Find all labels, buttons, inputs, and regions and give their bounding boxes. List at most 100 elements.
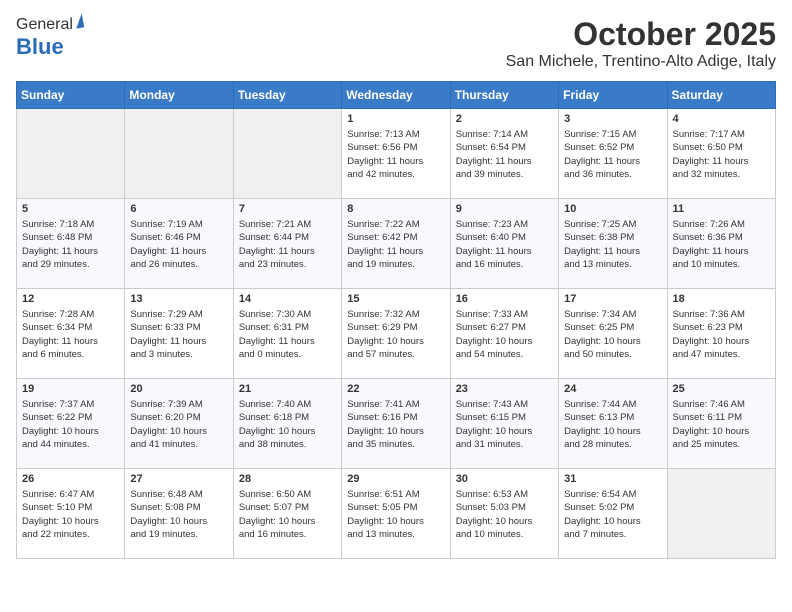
table-row: 22Sunrise: 7:41 AM Sunset: 6:16 PM Dayli…: [342, 379, 450, 469]
table-row: 2 Sunrise: 7:14 AM Sunset: 6:54 PM Daylig…: [450, 109, 558, 199]
day-number: 3: [564, 113, 661, 125]
table-row: 28 Sunrise: 6:50 AM Sunset: 5:07 PM Dayli…: [233, 469, 341, 559]
day-info: Sunrise: 6:47 AM Sunset: 5:10 PM Dayligh…: [22, 488, 119, 541]
day-info: Sunrise: 7:39 AM Sunset: 6:20 PM Dayligh…: [130, 398, 227, 451]
weekday-header-sunday: Sunday: [17, 82, 125, 109]
calendar-week-1: 1 Sunrise: 7:13 AM Sunset: 6:56 PM Daylig…: [17, 109, 776, 199]
day-info: Sunrise: 7:32 AM Sunset: 6:29 PM Dayligh…: [347, 308, 444, 361]
table-row: 14 Sunrise: 7:30 AM Sunset: 6:31 PM Dayli…: [233, 289, 341, 379]
day-info: Sunrise: 6:50 AM Sunset: 5:07 PM Dayligh…: [239, 488, 336, 541]
day-info: Sunrise: 7:17 AM Sunset: 6:50 PM Dayligh…: [673, 128, 770, 181]
day-info: Sunrise: 6:54 AM Sunset: 5:02 PM Dayligh…: [564, 488, 661, 541]
day-info: Sunrise: 7:37 AM Sunset: 6:22 PM Dayligh…: [22, 398, 119, 451]
day-number: 11: [673, 203, 770, 215]
day-info: Sunrise: 7:19 AM Sunset: 6:46 PM Dayligh…: [130, 218, 227, 271]
table-row: 12 Sunrise: 7:28 AM Sunset: 6:34 PM Dayli…: [17, 289, 125, 379]
day-info: Sunrise: 7:43 AM Sunset: 6:15 PM Dayligh…: [456, 398, 553, 451]
day-number: 30: [456, 473, 553, 485]
table-row: 17 Sunrise: 7:34 AM Sunset: 6:25 PM Dayli…: [559, 289, 667, 379]
day-number: 23: [456, 383, 553, 395]
table-row: 8Sunrise: 7:22 AM Sunset: 6:42 PM Daylig…: [342, 199, 450, 289]
day-info: Sunrise: 7:21 AM Sunset: 6:44 PM Dayligh…: [239, 218, 336, 271]
day-number: 14: [239, 293, 336, 305]
day-number: 31: [564, 473, 661, 485]
weekday-header-saturday: Saturday: [667, 82, 775, 109]
table-row: 20 Sunrise: 7:39 AM Sunset: 6:20 PM Dayli…: [125, 379, 233, 469]
table-row: 7Sunrise: 7:21 AM Sunset: 6:44 PM Daylig…: [233, 199, 341, 289]
day-number: 9: [456, 203, 553, 215]
table-row: 30 Sunrise: 6:53 AM Sunset: 5:03 PM Dayli…: [450, 469, 558, 559]
day-number: 10: [564, 203, 661, 215]
day-info: Sunrise: 7:13 AM Sunset: 6:56 PM Dayligh…: [347, 128, 444, 181]
day-number: 18: [673, 293, 770, 305]
day-number: 26: [22, 473, 119, 485]
weekday-header-wednesday: Wednesday: [342, 82, 450, 109]
weekday-header-monday: Monday: [125, 82, 233, 109]
day-info: Sunrise: 6:48 AM Sunset: 5:08 PM Dayligh…: [130, 488, 227, 541]
table-row: 11Sunrise: 7:26 AM Sunset: 6:36 PM Dayli…: [667, 199, 775, 289]
day-info: Sunrise: 7:22 AM Sunset: 6:42 PM Dayligh…: [347, 218, 444, 271]
table-row: 18 Sunrise: 7:36 AM Sunset: 6:23 PM Dayli…: [667, 289, 775, 379]
day-number: 1: [347, 113, 444, 125]
location-title: San Michele, Trentino-Alto Adige, Italy: [506, 53, 776, 71]
day-number: 29: [347, 473, 444, 485]
table-row: [17, 109, 125, 199]
calendar-week-3: 12 Sunrise: 7:28 AM Sunset: 6:34 PM Dayli…: [17, 289, 776, 379]
day-info: Sunrise: 7:46 AM Sunset: 6:11 PM Dayligh…: [673, 398, 770, 451]
day-number: 28: [239, 473, 336, 485]
day-number: 17: [564, 293, 661, 305]
title-area: October 2025 San Michele, Trentino-Alto …: [506, 16, 776, 71]
day-info: Sunrise: 7:34 AM Sunset: 6:25 PM Dayligh…: [564, 308, 661, 361]
table-row: 15 Sunrise: 7:32 AM Sunset: 6:29 PM Dayli…: [342, 289, 450, 379]
table-row: 6Sunrise: 7:19 AM Sunset: 6:46 PM Daylig…: [125, 199, 233, 289]
table-row: 31 Sunrise: 6:54 AM Sunset: 5:02 PM Dayli…: [559, 469, 667, 559]
table-row: 10 Sunrise: 7:25 AM Sunset: 6:38 PM Dayli…: [559, 199, 667, 289]
header: General Blue October 2025 San Michele, T…: [16, 16, 776, 71]
table-row: 24Sunrise: 7:44 AM Sunset: 6:13 PM Dayli…: [559, 379, 667, 469]
weekday-header-tuesday: Tuesday: [233, 82, 341, 109]
day-info: Sunrise: 7:23 AM Sunset: 6:40 PM Dayligh…: [456, 218, 553, 271]
day-number: 12: [22, 293, 119, 305]
table-row: 27 Sunrise: 6:48 AM Sunset: 5:08 PM Dayli…: [125, 469, 233, 559]
day-number: 13: [130, 293, 227, 305]
table-row: 5Sunrise: 7:18 AM Sunset: 6:48 PM Daylig…: [17, 199, 125, 289]
day-info: Sunrise: 7:28 AM Sunset: 6:34 PM Dayligh…: [22, 308, 119, 361]
table-row: [233, 109, 341, 199]
table-row: 16Sunrise: 7:33 AM Sunset: 6:27 PM Dayli…: [450, 289, 558, 379]
logo: General Blue: [16, 16, 83, 60]
day-info: Sunrise: 7:14 AM Sunset: 6:54 PM Dayligh…: [456, 128, 553, 181]
day-number: 16: [456, 293, 553, 305]
day-info: Sunrise: 7:15 AM Sunset: 6:52 PM Dayligh…: [564, 128, 661, 181]
day-number: 15: [347, 293, 444, 305]
table-row: 13 Sunrise: 7:29 AM Sunset: 6:33 PM Dayli…: [125, 289, 233, 379]
day-info: Sunrise: 7:30 AM Sunset: 6:31 PM Dayligh…: [239, 308, 336, 361]
day-info: Sunrise: 7:25 AM Sunset: 6:38 PM Dayligh…: [564, 218, 661, 271]
day-number: 27: [130, 473, 227, 485]
day-info: Sunrise: 7:29 AM Sunset: 6:33 PM Dayligh…: [130, 308, 227, 361]
table-row: 23 Sunrise: 7:43 AM Sunset: 6:15 PM Dayli…: [450, 379, 558, 469]
weekday-header-friday: Friday: [559, 82, 667, 109]
logo-general-text: General: [16, 16, 73, 34]
table-row: [667, 469, 775, 559]
calendar-week-5: 26 Sunrise: 6:47 AM Sunset: 5:10 PM Dayli…: [17, 469, 776, 559]
table-row: 4 Sunrise: 7:17 AM Sunset: 6:50 PM Daylig…: [667, 109, 775, 199]
day-number: 21: [239, 383, 336, 395]
table-row: 25Sunrise: 7:46 AM Sunset: 6:11 PM Dayli…: [667, 379, 775, 469]
table-row: 19 Sunrise: 7:37 AM Sunset: 6:22 PM Dayli…: [17, 379, 125, 469]
table-row: 1 Sunrise: 7:13 AM Sunset: 6:56 PM Daylig…: [342, 109, 450, 199]
day-info: Sunrise: 7:40 AM Sunset: 6:18 PM Dayligh…: [239, 398, 336, 451]
day-info: Sunrise: 7:36 AM Sunset: 6:23 PM Dayligh…: [673, 308, 770, 361]
day-number: 24: [564, 383, 661, 395]
day-number: 4: [673, 113, 770, 125]
table-row: 9 Sunrise: 7:23 AM Sunset: 6:40 PM Daylig…: [450, 199, 558, 289]
calendar-week-2: 5Sunrise: 7:18 AM Sunset: 6:48 PM Daylig…: [17, 199, 776, 289]
logo-icon: [74, 13, 84, 28]
day-number: 22: [347, 383, 444, 395]
month-title: October 2025: [506, 16, 776, 53]
day-number: 20: [130, 383, 227, 395]
day-number: 19: [22, 383, 119, 395]
day-info: Sunrise: 6:53 AM Sunset: 5:03 PM Dayligh…: [456, 488, 553, 541]
day-number: 2: [456, 113, 553, 125]
weekday-header-row: SundayMondayTuesdayWednesdayThursdayFrid…: [17, 82, 776, 109]
table-row: 26 Sunrise: 6:47 AM Sunset: 5:10 PM Dayli…: [17, 469, 125, 559]
